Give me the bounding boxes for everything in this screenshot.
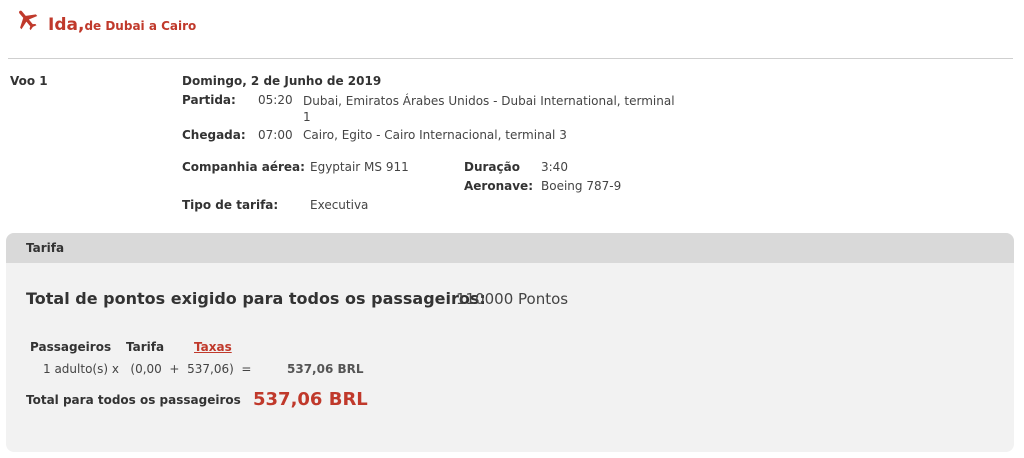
airline-value: Egyptair MS 911: [310, 160, 409, 174]
column-header-passengers: Passageiros: [30, 340, 112, 354]
trip-direction-title: Ida,de Dubai a Cairo: [48, 15, 196, 35]
total-points-label: Total de pontos exigido para todos os pa…: [26, 289, 486, 308]
flight-number-label: Voo 1: [10, 74, 48, 88]
arrival-place: Cairo, Egito - Cairo Internacional, term…: [303, 128, 567, 142]
column-header-fare: Tarifa: [126, 340, 165, 354]
grand-total-value: 537,06 BRL: [253, 389, 368, 410]
aircraft-label: Aeronave:: [464, 179, 533, 193]
taxes-link[interactable]: Taxas: [194, 340, 232, 354]
arrival-time: 07:00: [258, 128, 293, 142]
duration-value: 3:40: [541, 160, 568, 174]
fare-section-title: Tarifa: [26, 241, 65, 255]
grand-total-label: Total para todos os passageiros: [26, 393, 241, 407]
direction-label: Ida,: [48, 15, 85, 35]
fare-panel-header: [6, 233, 1014, 263]
departure-place: Dubai, Emiratos Árabes Unidos - Dubai In…: [303, 94, 675, 124]
route-label: de Dubai a Cairo: [84, 19, 197, 33]
fare-subtotal: 537,06 BRL: [287, 362, 364, 376]
duration-label: Duração: [464, 160, 520, 174]
fare-panel: Tarifa Total de pontos exigido para todo…: [6, 233, 1014, 452]
fare-calculation: 1 adulto(s) x (0,00 + 537,06) =: [43, 362, 252, 376]
aircraft-value: Boeing 787-9: [541, 179, 622, 193]
fare-type-label: Tipo de tarifa:: [182, 198, 279, 212]
departure-time: 05:20: [258, 93, 293, 107]
fare-type-value: Executiva: [310, 198, 369, 212]
airplane-icon: [19, 10, 38, 31]
total-points-value: 110000 Pontos: [456, 290, 569, 308]
arrival-label: Chegada:: [182, 128, 246, 142]
header-divider: [8, 58, 1013, 59]
flight-date: Domingo, 2 de Junho de 2019: [182, 74, 382, 88]
departure-label: Partida:: [182, 93, 236, 107]
airline-label: Companhia aérea:: [182, 160, 305, 174]
